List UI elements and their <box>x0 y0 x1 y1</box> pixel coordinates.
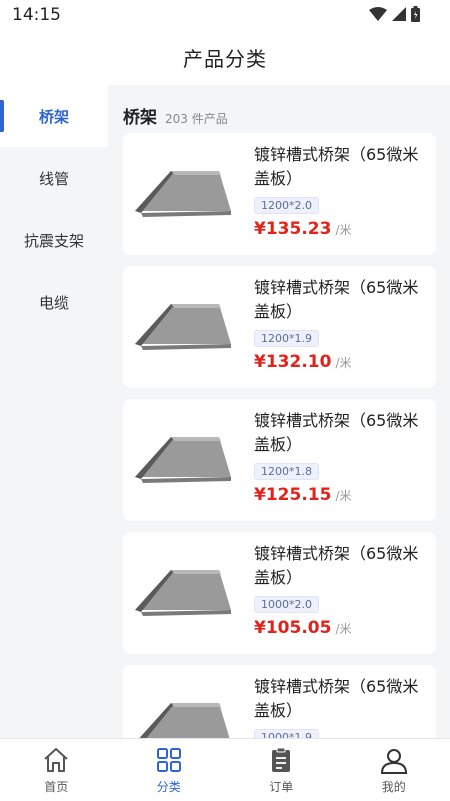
product-price: ¥125.15 <box>254 485 331 505</box>
price-row: ¥135.23/米 <box>254 219 429 239</box>
tab-label: 首页 <box>44 778 68 795</box>
product-name: 镀锌槽式桥架（65微米盖板） <box>254 409 429 457</box>
sidebar-item-cable[interactable]: 电缆 <box>0 271 108 333</box>
product-info: 镀锌槽式桥架（65微米盖板） 1200*1.9 ¥132.10/米 <box>254 276 429 372</box>
product-card[interactable]: 镀锌槽式桥架（65微米盖板） 1200*1.8 ¥125.15/米 <box>123 399 436 521</box>
battery-icon <box>411 6 420 22</box>
product-name: 镀锌槽式桥架（65微米盖板） <box>254 276 429 324</box>
sidebar-item-label: 电缆 <box>39 292 69 313</box>
sidebar-item-cable-tray[interactable]: 桥架 <box>0 85 108 147</box>
spec-badge: 1000*2.0 <box>254 596 319 613</box>
tab-home[interactable]: 首页 <box>0 739 113 801</box>
price-row: ¥132.10/米 <box>254 352 429 372</box>
product-price: ¥132.10 <box>254 352 331 372</box>
product-info: 镀锌槽式桥架（65微米盖板） 1000*1.9 <box>254 675 429 738</box>
product-price: ¥135.23 <box>254 219 331 239</box>
product-name: 镀锌槽式桥架（65微米盖板） <box>254 675 429 723</box>
price-row: ¥125.15/米 <box>254 485 429 505</box>
clipboard-icon <box>266 745 296 775</box>
product-image <box>131 552 235 632</box>
product-count: 203 件产品 <box>165 110 228 127</box>
status-bar: 14:15 <box>0 0 450 30</box>
active-indicator <box>0 100 4 132</box>
tab-label: 订单 <box>269 778 293 795</box>
section-header: 桥架 203 件产品 <box>123 103 228 128</box>
product-card[interactable]: 镀锌槽式桥架（65微米盖板） 1200*2.0 ¥135.23/米 <box>123 133 436 255</box>
product-info: 镀锌槽式桥架（65微米盖板） 1200*2.0 ¥135.23/米 <box>254 143 429 239</box>
header: 产品分类 <box>0 30 450 85</box>
price-unit: /米 <box>335 487 351 504</box>
product-name: 镀锌槽式桥架（65微米盖板） <box>254 143 429 191</box>
tab-profile[interactable]: 我的 <box>338 739 450 801</box>
page-title: 产品分类 <box>183 43 267 72</box>
price-row: ¥105.05/米 <box>254 618 429 638</box>
price-unit: /米 <box>335 620 351 637</box>
product-list-panel[interactable]: 桥架 203 件产品 镀锌槽式桥架（65微米盖板） 1200*2.0 ¥135.23… <box>108 85 450 738</box>
spec-badge: 1200*2.0 <box>254 197 319 214</box>
tab-label: 我的 <box>382 778 406 795</box>
sidebar-item-seismic-bracket[interactable]: 抗震支架 <box>0 209 108 271</box>
spec-badge: 1200*1.9 <box>254 330 319 347</box>
sidebar-item-conduit[interactable]: 线管 <box>0 147 108 209</box>
wifi-icon <box>369 7 387 21</box>
product-info: 镀锌槽式桥架（65微米盖板） 1000*2.0 ¥105.05/米 <box>254 542 429 638</box>
spec-badge: 1200*1.8 <box>254 463 319 480</box>
product-name: 镀锌槽式桥架（65微米盖板） <box>254 542 429 590</box>
section-title: 桥架 <box>123 103 157 128</box>
tab-orders[interactable]: 订单 <box>225 739 338 801</box>
product-card[interactable]: 镀锌槽式桥架（65微米盖板） 1000*2.0 ¥105.05/米 <box>123 532 436 654</box>
sidebar-fill <box>0 333 108 738</box>
status-icons <box>369 6 420 22</box>
tab-category[interactable]: 分类 <box>113 739 226 801</box>
product-card[interactable]: 镀锌槽式桥架（65微米盖板） 1200*1.9 ¥132.10/米 <box>123 266 436 388</box>
price-unit: /米 <box>335 354 351 371</box>
tab-label: 分类 <box>157 778 181 795</box>
price-unit: /米 <box>335 221 351 238</box>
product-info: 镀锌槽式桥架（65微米盖板） 1200*1.8 ¥125.15/米 <box>254 409 429 505</box>
sidebar-item-label: 线管 <box>39 168 69 189</box>
category-sidebar: 桥架 线管 抗震支架 电缆 <box>0 85 108 738</box>
product-image <box>131 153 235 233</box>
status-time: 14:15 <box>12 5 61 25</box>
product-image <box>131 419 235 499</box>
product-image <box>131 685 235 738</box>
home-icon <box>41 745 71 775</box>
grid-icon <box>154 745 184 775</box>
product-image <box>131 286 235 366</box>
spec-badge: 1000*1.9 <box>254 729 319 738</box>
product-price: ¥105.05 <box>254 618 331 638</box>
bottom-tab-bar: 首页 分类 订单 我的 <box>0 738 450 801</box>
signal-icon <box>392 7 406 21</box>
sidebar-item-label: 抗震支架 <box>24 230 84 251</box>
user-icon <box>379 745 409 775</box>
sidebar-item-label: 桥架 <box>39 106 69 127</box>
product-card[interactable]: 镀锌槽式桥架（65微米盖板） 1000*1.9 <box>123 665 436 738</box>
